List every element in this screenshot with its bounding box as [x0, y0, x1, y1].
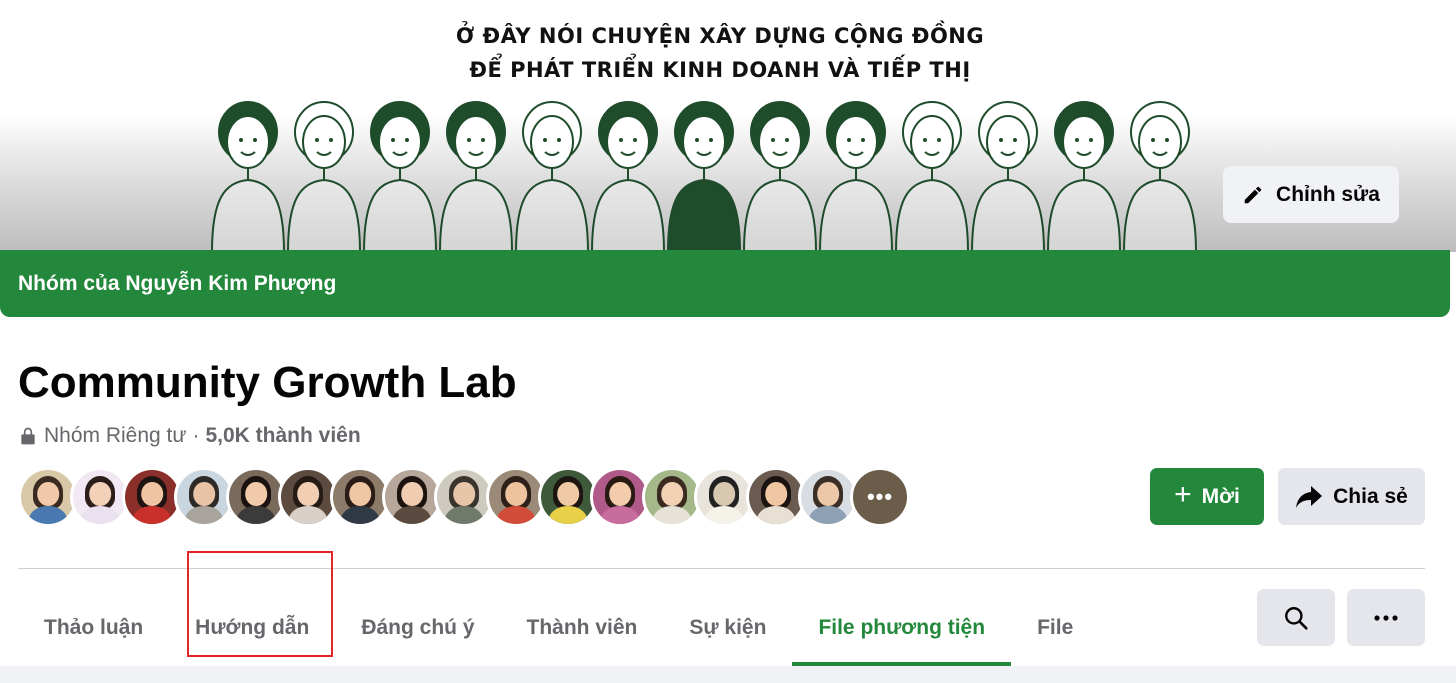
- share-label: Chia sẻ: [1333, 484, 1408, 508]
- tab-thanh-vien[interactable]: Thành viên: [501, 590, 664, 666]
- cover-person: [1046, 101, 1122, 252]
- member-avatar[interactable]: [174, 467, 234, 527]
- edit-cover-label: Chỉnh sửa: [1276, 182, 1380, 206]
- meta-separator: ·: [192, 424, 200, 447]
- member-avatar[interactable]: [486, 467, 546, 527]
- cover-person: [590, 101, 666, 252]
- member-avatar[interactable]: [70, 467, 130, 527]
- cover-person: [514, 101, 590, 252]
- tab-file[interactable]: File: [1011, 590, 1099, 666]
- group-tabs: Thảo luận Hướng dẫn Đáng chú ý Thành viê…: [18, 590, 1099, 666]
- member-avatar[interactable]: [382, 467, 442, 527]
- share-arrow-icon: [1296, 485, 1323, 508]
- search-button[interactable]: [1257, 589, 1335, 646]
- tab-file-phuong-tien[interactable]: File phương tiện: [792, 590, 1011, 666]
- plus-icon: +: [1174, 478, 1192, 511]
- cover-person: [286, 101, 362, 252]
- tab-thao-luan[interactable]: Thảo luận: [18, 590, 169, 666]
- member-avatar[interactable]: [746, 467, 806, 527]
- tab-dang-chu-y[interactable]: Đáng chú ý: [335, 590, 500, 666]
- highlight-box: [187, 551, 333, 657]
- group-meta: Nhóm Riêng tư · 5,0K thành viên: [18, 424, 361, 448]
- cover-headline-2: ĐỂ PHÁT TRIỂN KINH DOANH VÀ TIẾP THỊ: [469, 58, 971, 82]
- cover-person: [666, 101, 742, 252]
- member-avatar[interactable]: [538, 467, 598, 527]
- lock-icon: [21, 427, 35, 445]
- feed-background: [0, 666, 1456, 683]
- cover-person: [742, 101, 818, 252]
- member-avatar[interactable]: [798, 467, 858, 527]
- member-avatar[interactable]: [330, 467, 390, 527]
- more-horizontal-icon: [1374, 614, 1398, 621]
- search-icon: [1285, 606, 1308, 630]
- member-avatar[interactable]: [434, 467, 494, 527]
- member-count[interactable]: 5,0K thành viên: [205, 424, 360, 448]
- share-button[interactable]: Chia sẻ: [1278, 468, 1425, 525]
- member-avatar[interactable]: [226, 467, 286, 527]
- more-members-indicator: •••: [866, 484, 894, 509]
- cover-person: [970, 101, 1046, 252]
- member-avatar[interactable]: [642, 467, 702, 527]
- pencil-icon: [1244, 186, 1262, 203]
- member-avatar[interactable]: [18, 467, 78, 527]
- member-avatar[interactable]: [694, 467, 754, 527]
- cover-person: [362, 101, 438, 252]
- cover-illustration: [210, 101, 1198, 252]
- group-owner-label: Nhóm của Nguyễn Kim Phượng: [18, 271, 337, 295]
- cover-person: [818, 101, 894, 252]
- invite-button[interactable]: + Mời: [1150, 468, 1264, 525]
- member-avatars: •••: [18, 467, 910, 527]
- more-options-button[interactable]: [1347, 589, 1425, 646]
- cover-photo: Ở ĐÂY NÓI CHUYỆN XÂY DỰNG CỘNG ĐỒNG ĐỂ P…: [0, 0, 1456, 252]
- cover-person: [1122, 101, 1198, 252]
- cover-person: [894, 101, 970, 252]
- cover-headline-1: Ở ĐÂY NÓI CHUYỆN XÂY DỰNG CỘNG ĐỒNG: [455, 24, 985, 48]
- cover-person: [210, 101, 286, 252]
- group-title: Community Growth Lab: [18, 358, 517, 407]
- member-avatar[interactable]: [122, 467, 182, 527]
- edit-cover-button[interactable]: Chỉnh sửa: [1223, 166, 1399, 223]
- group-page: Ở ĐÂY NÓI CHUYỆN XÂY DỰNG CỘNG ĐỒNG ĐỂ P…: [0, 0, 1456, 683]
- more-members-avatar[interactable]: •••: [850, 467, 910, 527]
- privacy-label[interactable]: Nhóm Riêng tư: [44, 424, 186, 448]
- group-owner-bar[interactable]: Nhóm của Nguyễn Kim Phượng: [0, 250, 1450, 317]
- cover-person: [438, 101, 514, 252]
- invite-label: Mời: [1201, 484, 1240, 508]
- tab-su-kien[interactable]: Sự kiện: [663, 590, 792, 666]
- member-avatar[interactable]: [590, 467, 650, 527]
- member-avatar[interactable]: [278, 467, 338, 527]
